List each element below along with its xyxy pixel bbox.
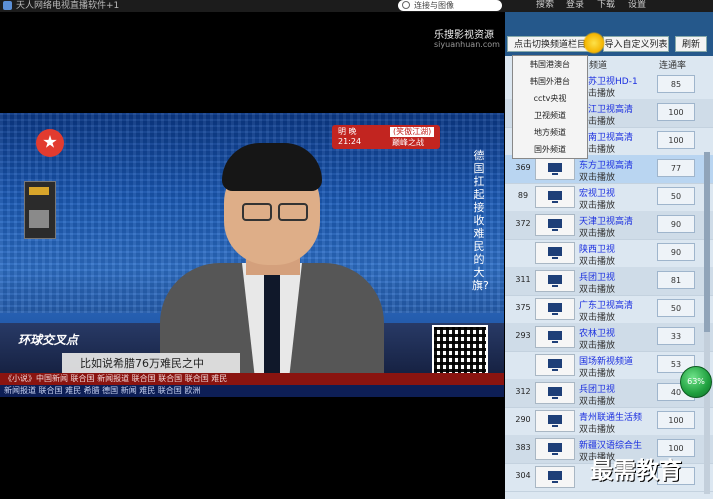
watermark: 最需教育 bbox=[590, 457, 682, 484]
channel-source: 双击播放 bbox=[579, 229, 616, 239]
presenter-hair bbox=[222, 143, 322, 191]
channel-source: 双击播放 bbox=[579, 369, 616, 379]
search-input[interactable]: 连接与图像 bbox=[398, 0, 502, 11]
menu-download[interactable]: 下载 bbox=[597, 0, 615, 10]
dropdown-item[interactable]: 国外频道 bbox=[513, 142, 587, 158]
channel-rate: 50 bbox=[657, 187, 695, 205]
channel-rate: 33 bbox=[657, 327, 695, 345]
channel-source: 双击播放 bbox=[579, 201, 616, 211]
subtitle-text: 比如说希腊76万难民之中 bbox=[80, 357, 204, 370]
channel-source: 双击播放 bbox=[579, 285, 616, 295]
panel-header: 点击切换频道栏目 导入自定义列表 刷新 bbox=[505, 12, 713, 56]
promo-prefix: 明 晚 bbox=[338, 127, 357, 136]
promo-name: 巅峰之战 bbox=[392, 138, 424, 147]
channel-id: 290 bbox=[515, 415, 531, 424]
dropdown-item[interactable]: 韩国外港台 bbox=[513, 74, 587, 90]
column-header-rate: 连通率 bbox=[659, 61, 687, 71]
channel-rate: 100 bbox=[657, 103, 695, 121]
category-dropdown[interactable]: 韩国港澳台 韩国外港台 cctv央视 卫视频道 地方频道 国外频道 bbox=[512, 55, 588, 159]
tv-icon bbox=[535, 326, 575, 348]
dropdown-item[interactable]: 卫视频道 bbox=[513, 108, 587, 124]
channel-row[interactable]: 369 东方卫视高清 双击播放 77 bbox=[505, 155, 713, 184]
channel-rate: 90 bbox=[657, 215, 695, 233]
tv-icon bbox=[535, 242, 575, 264]
news-ticker: 《小说》中国新闻 联合国 新闻报道 联合国 联合国 联合国 难民 bbox=[0, 373, 504, 385]
dropdown-item[interactable]: cctv央视 bbox=[513, 91, 587, 107]
tv-icon bbox=[535, 410, 575, 432]
window-title: 天人网络电视直播软件+1 bbox=[16, 1, 120, 11]
channel-row[interactable]: 311 兵团卫视 双击播放 81 bbox=[505, 267, 713, 296]
tv-icon bbox=[535, 298, 575, 320]
channel-id: 311 bbox=[515, 275, 531, 284]
cursor-highlight-icon bbox=[583, 32, 605, 54]
search-placeholder: 连接与图像 bbox=[414, 1, 454, 10]
title-bar: 天人网络电视直播软件+1 连接与图像 搜索 登录 下载 设置 bbox=[0, 0, 713, 12]
tv-icon bbox=[535, 466, 575, 488]
channel-id: 383 bbox=[515, 443, 531, 452]
menu-search[interactable]: 搜索 bbox=[536, 0, 554, 10]
glasses-right bbox=[278, 203, 308, 221]
promo-badge: (笑傲江湖) bbox=[390, 127, 435, 137]
channel-id: 312 bbox=[515, 387, 531, 396]
glasses-left bbox=[242, 203, 272, 221]
channel-row[interactable]: 375 广东卫视高清 双击播放 50 bbox=[505, 295, 713, 324]
channel-row[interactable]: 372 天津卫视高清 双击播放 90 bbox=[505, 211, 713, 240]
dropdown-item[interactable]: 韩国港澳台 bbox=[513, 57, 587, 73]
import-custom-list-button[interactable]: 导入自定义列表 bbox=[603, 36, 669, 52]
channel-source: 双击播放 bbox=[579, 257, 616, 267]
tv-icon bbox=[535, 438, 575, 460]
station-logo-icon bbox=[36, 129, 64, 157]
tv-icon bbox=[535, 186, 575, 208]
tv-icon bbox=[535, 158, 575, 180]
channel-id: 304 bbox=[515, 471, 531, 480]
tv-icon bbox=[535, 382, 575, 404]
channel-id: 89 bbox=[517, 191, 529, 200]
switch-channel-category-button[interactable]: 点击切换频道栏目 bbox=[507, 36, 593, 52]
channel-row[interactable]: 89 宏视卫视 双击播放 50 bbox=[505, 183, 713, 212]
brand-name: 乐搜影视资源 bbox=[434, 30, 494, 41]
search-icon bbox=[402, 1, 410, 9]
channel-rate: 81 bbox=[657, 271, 695, 289]
channel-id: 375 bbox=[515, 303, 531, 312]
channel-row[interactable]: 290 青州联通生活频 双击播放 100 bbox=[505, 407, 713, 436]
scrollbar-thumb[interactable] bbox=[704, 152, 710, 332]
tv-icon bbox=[535, 354, 575, 376]
channel-rate: 100 bbox=[657, 131, 695, 149]
channel-id: 372 bbox=[515, 219, 531, 228]
video-player[interactable]: 明 晚 (笑傲江湖) 21:24 巅峰之战 德国扛起接收难民的大旗? 环球交叉点… bbox=[0, 113, 504, 397]
tv-icon bbox=[535, 214, 575, 236]
channel-rate: 100 bbox=[657, 411, 695, 429]
channel-source: 双击播放 bbox=[579, 397, 616, 407]
channel-source: 双击播放 bbox=[579, 341, 616, 351]
dropdown-item[interactable]: 地方频道 bbox=[513, 125, 587, 141]
tv-icon bbox=[535, 270, 575, 292]
channel-source: 双击播放 bbox=[579, 425, 616, 435]
channel-row[interactable]: 陕西卫视 双击播放 90 bbox=[505, 239, 713, 268]
channel-rate: 77 bbox=[657, 159, 695, 177]
app-icon bbox=[3, 1, 12, 10]
refresh-button[interactable]: 刷新 bbox=[675, 36, 707, 52]
show-logo: 环球交叉点 bbox=[18, 333, 79, 347]
channel-rate: 90 bbox=[657, 243, 695, 261]
menu-login[interactable]: 登录 bbox=[566, 0, 584, 10]
channel-rate: 85 bbox=[657, 75, 695, 93]
channel-source: 双击播放 bbox=[579, 173, 616, 183]
news-ticker-secondary: 新闻报道 联合国 难民 希腊 德国 新闻 难民 联合国 欧洲 bbox=[0, 385, 504, 397]
channel-id: 369 bbox=[515, 163, 531, 172]
channel-source: 双击播放 bbox=[579, 313, 616, 323]
vertical-caption: 德国扛起接收难民的大旗? bbox=[472, 149, 489, 292]
progress-indicator: 63% bbox=[680, 366, 712, 398]
channel-rate: 50 bbox=[657, 299, 695, 317]
brand-url: siyuanhuan.com bbox=[434, 40, 500, 49]
channel-list-scrollbar[interactable] bbox=[704, 152, 710, 494]
side-graphic bbox=[24, 181, 56, 239]
channel-row[interactable]: 293 农林卫视 双击播放 33 bbox=[505, 323, 713, 352]
menu-settings[interactable]: 设置 bbox=[628, 0, 646, 10]
channel-id: 293 bbox=[515, 331, 531, 340]
column-header-source: 频道 bbox=[589, 61, 608, 71]
